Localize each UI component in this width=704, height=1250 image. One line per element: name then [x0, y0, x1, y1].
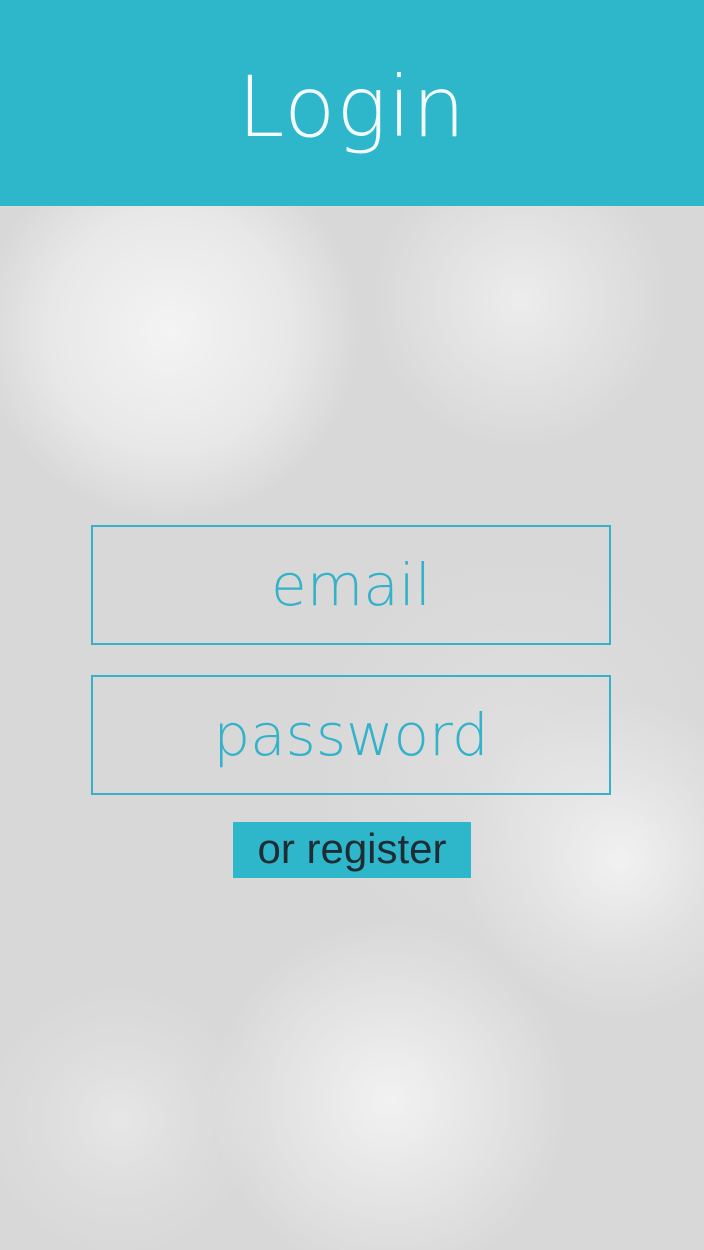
- register-button[interactable]: or register: [233, 822, 471, 878]
- password-field-container: [91, 675, 611, 795]
- register-button-label: or register: [257, 825, 447, 872]
- email-input[interactable]: [93, 526, 609, 644]
- password-input[interactable]: [93, 676, 609, 794]
- page-title: Login: [237, 58, 467, 156]
- email-field-container: [91, 525, 611, 645]
- app-header: Login: [0, 0, 704, 206]
